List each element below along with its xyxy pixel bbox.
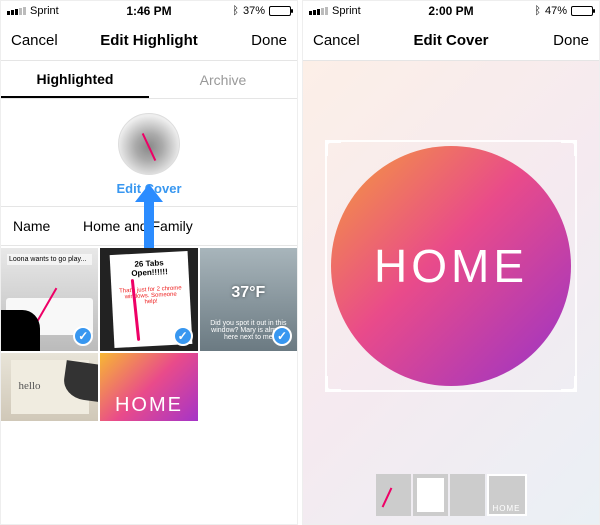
- checkmark-icon: [272, 326, 292, 346]
- story-tile[interactable]: Loona wants to go play...: [1, 248, 98, 351]
- battery-icon: [269, 6, 291, 16]
- cover-preview: Edit Cover: [1, 99, 297, 206]
- bluetooth-icon: ᛒ: [232, 5, 239, 17]
- story-grid: Loona wants to go play... 26 Tabs Open!!…: [1, 246, 297, 524]
- clock: 1:46 PM: [126, 4, 171, 18]
- cover-canvas[interactable]: HOME: [303, 61, 599, 470]
- crop-handle-br[interactable]: [561, 376, 577, 392]
- story-script: hello: [19, 380, 41, 392]
- nav-bar: Cancel Edit Highlight Done: [1, 21, 297, 61]
- carrier-label: Sprint: [30, 5, 59, 17]
- crop-frame[interactable]: [325, 140, 577, 392]
- cancel-button[interactable]: Cancel: [313, 32, 360, 49]
- story-header: 26 Tabs Open!!!!!!: [116, 257, 183, 278]
- cover-thumbnails: [303, 470, 599, 524]
- battery-pct: 47%: [545, 5, 567, 17]
- page-title: Edit Highlight: [100, 32, 197, 49]
- crop-handle-bl[interactable]: [325, 376, 341, 392]
- clock: 2:00 PM: [428, 4, 473, 18]
- page-title: Edit Cover: [413, 32, 488, 49]
- tab-archive[interactable]: Archive: [149, 61, 297, 98]
- tab-highlighted[interactable]: Highlighted: [1, 61, 149, 98]
- crop-handle-tl[interactable]: [325, 140, 341, 156]
- screenshot-edit-highlight: Sprint 1:46 PM ᛒ 37% Cancel Edit Highlig…: [0, 0, 298, 525]
- story-tile[interactable]: HOME: [100, 353, 197, 421]
- bluetooth-icon: ᛒ: [534, 5, 541, 17]
- crop-handle-tr[interactable]: [561, 140, 577, 156]
- done-button[interactable]: Done: [251, 32, 287, 49]
- signal-icon: [7, 7, 26, 15]
- story-tile[interactable]: hello: [1, 353, 98, 421]
- status-bar: Sprint 2:00 PM ᛒ 47%: [303, 1, 599, 21]
- story-tile[interactable]: 26 Tabs Open!!!!!! That's just for 2 chr…: [100, 248, 197, 351]
- name-label: Name: [13, 218, 83, 234]
- checkmark-icon: [73, 326, 93, 346]
- story-caption: Loona wants to go play...: [7, 254, 92, 265]
- thumb-story-1[interactable]: [376, 474, 411, 516]
- nav-bar: Cancel Edit Cover Done: [303, 21, 599, 61]
- signal-icon: [309, 7, 328, 15]
- annotation-arrow-icon: [136, 184, 162, 248]
- story-tile[interactable]: 37°F Did you spot it out in this window?…: [200, 248, 297, 351]
- thumb-story-3[interactable]: [450, 474, 485, 516]
- thumb-story-4-selected[interactable]: [487, 474, 527, 516]
- done-button[interactable]: Done: [553, 32, 589, 49]
- temperature-label: 37°F: [200, 284, 297, 302]
- story-tile-empty: [200, 353, 297, 421]
- story-text: HOME: [100, 394, 197, 417]
- cancel-button[interactable]: Cancel: [11, 32, 58, 49]
- cover-editor: HOME: [303, 61, 599, 524]
- tab-bar: Highlighted Archive: [1, 61, 297, 99]
- carrier-label: Sprint: [332, 5, 361, 17]
- thumb-story-2[interactable]: [413, 474, 448, 516]
- checkmark-icon: [173, 326, 193, 346]
- status-bar: Sprint 1:46 PM ᛒ 37%: [1, 1, 297, 21]
- battery-icon: [571, 6, 593, 16]
- screenshot-edit-cover: Sprint 2:00 PM ᛒ 47% Cancel Edit Cover D…: [302, 0, 600, 525]
- battery-pct: 37%: [243, 5, 265, 17]
- stroke-icon: [25, 288, 58, 343]
- story-subtext: That's just for 2 chrome windows. Someon…: [117, 285, 184, 306]
- name-input[interactable]: [83, 218, 285, 234]
- cover-thumbnail[interactable]: [118, 113, 180, 175]
